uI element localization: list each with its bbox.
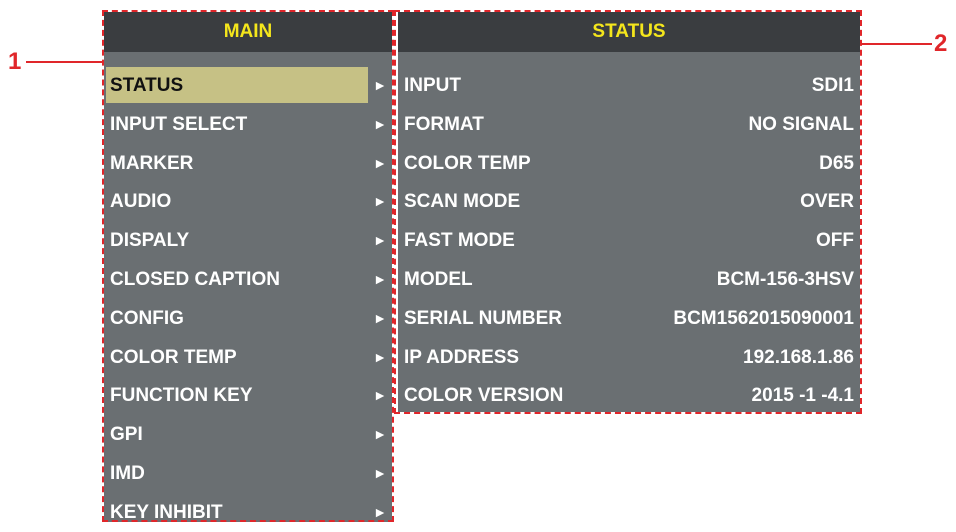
main-menu-title: MAIN (104, 12, 392, 52)
status-row: SERIAL NUMBER BCM1562015090001 (398, 299, 858, 338)
menu-item-label: CONFIG (110, 307, 184, 329)
status-key: SCAN MODE (404, 191, 521, 213)
submenu-arrow-icon: ► (373, 465, 387, 481)
status-value: SDI1 (811, 75, 854, 96)
menu-item-label: CLOSED CAPTION (110, 269, 280, 290)
menu-item[interactable]: STATUS ► (104, 66, 390, 105)
status-row: FAST MODE OFF (398, 221, 858, 260)
menu-item[interactable]: KEY INHIBIT ► (104, 493, 390, 532)
menu-item[interactable]: MARKER ► (104, 144, 390, 183)
main-menu-panel: MAIN STATUS ► INPUT SELECT ► MARKER ► AUDIO ► DI… (104, 12, 392, 523)
callout-number-2: 2 (934, 30, 948, 57)
callout-number-1: 1 (8, 48, 22, 75)
submenu-arrow-icon: ► (373, 193, 387, 210)
status-key: IP ADDRESS (404, 346, 520, 368)
menu-item[interactable]: COLOR TEMP ► (104, 338, 390, 377)
status-key: SERIAL NUMBER (404, 307, 562, 329)
menu-item-label: FUNCTION KEY (110, 385, 253, 407)
menu-item-label: IMD (110, 463, 145, 484)
submenu-arrow-icon: ► (373, 426, 387, 443)
submenu-arrow-icon: ► (373, 77, 387, 93)
menu-item[interactable]: CONFIG ► (104, 299, 390, 338)
status-key: FAST MODE (404, 230, 515, 252)
menu-item-label: GPI (110, 424, 143, 446)
status-row: IP ADDRESS 192.168.1.86 (398, 338, 858, 377)
status-value: 2015 -1 -4.1 (751, 385, 854, 407)
status-key: COLOR TEMP (404, 152, 531, 174)
status-value: OFF (816, 230, 854, 252)
menu-item-label: STATUS (110, 75, 184, 96)
status-value: BCM1562015090001 (673, 307, 854, 329)
menu-item[interactable]: FUNCTION KEY ► (104, 376, 390, 415)
status-value: D65 (819, 152, 854, 174)
submenu-arrow-icon: ► (373, 154, 387, 171)
submenu-arrow-icon: ► (373, 503, 387, 520)
menu-item-label: AUDIO (110, 191, 172, 213)
callout-line-1 (26, 61, 104, 63)
menu-item-label: MARKER (110, 152, 194, 174)
status-value: NO SIGNAL (748, 113, 854, 135)
status-row: MODEL BCM-156-3HSV (398, 260, 858, 299)
status-row: INPUT SDI1 (398, 66, 858, 105)
menu-item[interactable]: AUDIO ► (104, 182, 390, 221)
menu-item-label: KEY INHIBIT (110, 501, 223, 523)
status-row: FORMAT NO SIGNAL (398, 105, 858, 144)
status-key: INPUT (404, 75, 461, 96)
status-row: COLOR TEMP D65 (398, 144, 858, 183)
menu-item[interactable]: INPUT SELECT ► (104, 105, 390, 144)
callout-line-2 (860, 43, 932, 45)
submenu-arrow-icon: ► (373, 232, 387, 249)
menu-item-label: COLOR TEMP (110, 346, 237, 368)
status-value: BCM-156-3HSV (716, 269, 854, 290)
status-key: MODEL (404, 269, 473, 290)
status-panel: STATUS INPUT SDI1 FORMAT NO SIGNAL COLOR TEM… (398, 12, 860, 412)
submenu-arrow-icon: ► (373, 348, 387, 365)
submenu-arrow-icon: ► (373, 271, 387, 287)
status-key: COLOR VERSION (404, 385, 564, 407)
status-panel-title: STATUS (398, 12, 860, 52)
status-key: FORMAT (404, 113, 484, 135)
submenu-arrow-icon: ► (373, 115, 387, 132)
menu-item[interactable]: GPI ► (104, 415, 390, 454)
menu-item[interactable]: DISPALY ► (104, 221, 390, 260)
menu-item[interactable]: IMD ► (104, 454, 390, 493)
submenu-arrow-icon: ► (373, 309, 387, 326)
menu-item-label: DISPALY (110, 230, 190, 252)
status-value: OVER (800, 191, 854, 213)
menu-item[interactable]: CLOSED CAPTION ► (104, 260, 390, 299)
status-row: SCAN MODE OVER (398, 182, 858, 221)
status-value: 192.168.1.86 (743, 346, 854, 368)
submenu-arrow-icon: ► (373, 387, 387, 404)
status-row: COLOR VERSION 2015 -1 -4.1 (398, 376, 858, 415)
menu-item-label: INPUT SELECT (110, 113, 248, 135)
